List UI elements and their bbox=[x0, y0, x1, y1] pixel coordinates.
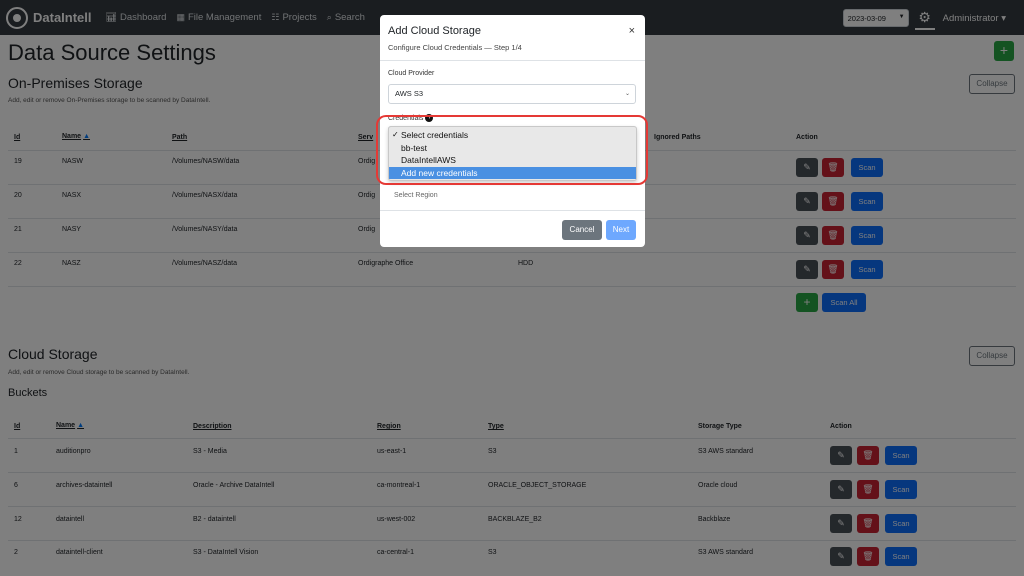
cloud-provider-label: Cloud Provider bbox=[388, 70, 435, 77]
region-select-peek[interactable]: Select Region bbox=[394, 192, 438, 199]
chevron-down-icon: ⌄ bbox=[624, 91, 630, 97]
cloud-provider-select[interactable]: AWS S3 ⌄ bbox=[388, 84, 636, 104]
modal-title: Add Cloud Storage bbox=[388, 25, 481, 37]
divider bbox=[380, 210, 645, 211]
next-button[interactable]: Next bbox=[606, 220, 636, 240]
divider bbox=[380, 60, 645, 61]
close-icon[interactable]: × bbox=[629, 25, 635, 37]
highlight-annotation bbox=[376, 115, 648, 185]
cancel-button[interactable]: Cancel bbox=[562, 220, 602, 240]
modal-subtitle: Configure Cloud Credentials — Step 1/4 bbox=[388, 43, 522, 52]
